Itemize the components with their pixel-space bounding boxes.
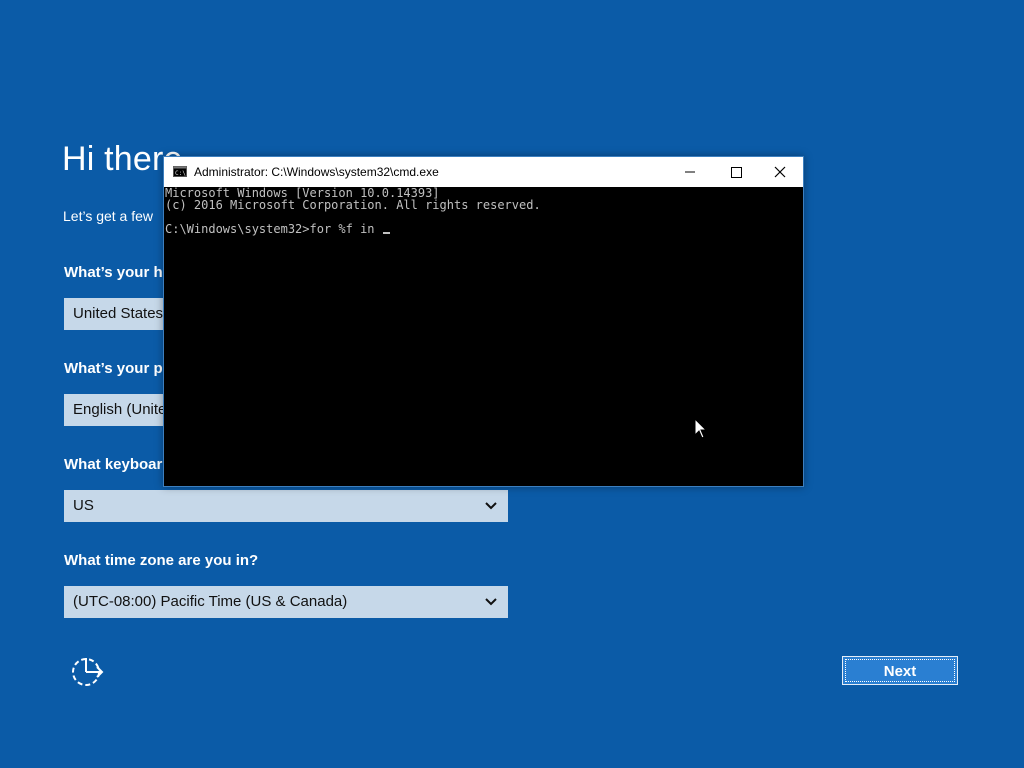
console-line: (c) 2016 Microsoft Corporation. All righ…	[165, 198, 541, 212]
chevron-down-icon	[485, 502, 497, 510]
maximize-icon[interactable]	[713, 157, 759, 187]
next-button[interactable]: Next	[842, 656, 958, 685]
language-question-label: What’s your pr	[64, 360, 169, 377]
timezone-question-label: What time zone are you in?	[64, 552, 259, 569]
timezone-select-value: (UTC-08:00) Pacific Time (US & Canada)	[73, 593, 348, 610]
close-icon[interactable]	[757, 157, 803, 187]
keyboard-question-label: What keyboard	[64, 456, 172, 473]
console-output[interactable]: Microsoft Windows [Version 10.0.14393] (…	[164, 187, 803, 486]
minimize-icon[interactable]	[667, 157, 713, 187]
country-select-value: United States	[73, 305, 164, 322]
ease-of-access-icon[interactable]	[70, 654, 106, 688]
keyboard-select-value: US	[73, 497, 94, 514]
chevron-down-icon	[485, 598, 497, 606]
mouse-pointer-icon	[694, 418, 708, 439]
text-cursor	[382, 232, 390, 234]
keyboard-select[interactable]: US	[64, 490, 508, 522]
cmd-app-icon: C:\	[173, 166, 187, 177]
language-select-value: English (Unite	[73, 401, 167, 418]
cmd-titlebar[interactable]: C:\ Administrator: C:\Windows\system32\c…	[164, 157, 803, 187]
cmd-window-title: Administrator: C:\Windows\system32\cmd.e…	[194, 165, 439, 179]
page-subtitle: Let’s get a few	[63, 208, 154, 224]
console-prompt-line[interactable]: C:\Windows\system32>for %f in	[165, 223, 390, 235]
console-prompt: C:\Windows\system32>for %f in	[165, 222, 382, 236]
timezone-select[interactable]: (UTC-08:00) Pacific Time (US & Canada)	[64, 586, 508, 618]
country-question-label: What’s your ho	[64, 264, 172, 281]
svg-text:C:\: C:\	[175, 170, 186, 177]
